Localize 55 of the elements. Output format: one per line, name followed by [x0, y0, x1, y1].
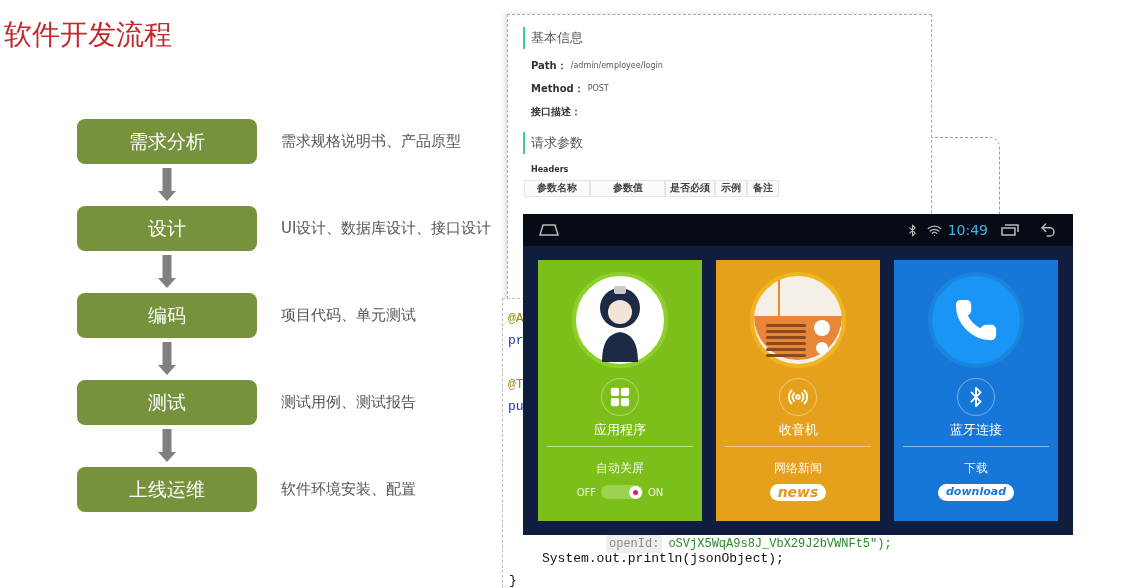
- code-fragment: @T: [508, 376, 524, 394]
- down-arrow-icon: [158, 255, 176, 289]
- step-box: 需求分析: [77, 119, 257, 164]
- home-icon[interactable]: [539, 224, 559, 236]
- code-string: oSVjX5WqA9s8J_VbX29J2bVWNFt5");: [668, 536, 892, 553]
- down-arrow-icon: [158, 429, 176, 463]
- step-description: 项目代码、单元测试: [281, 305, 416, 327]
- field-value: /admin/employee/login: [570, 59, 663, 72]
- down-arrow-icon: [158, 168, 176, 202]
- step-description: 测试用例、测试报告: [281, 392, 416, 414]
- badge[interactable]: download: [937, 483, 1015, 501]
- step-description: UI设计、数据库设计、接口设计: [281, 218, 492, 240]
- wifi-icon: [926, 222, 942, 238]
- card-sublabel: 网络新闻: [774, 459, 822, 477]
- card-sublabel: 自动关屏: [596, 459, 644, 477]
- code-line: }: [509, 572, 517, 588]
- slide-title: 软件开发流程: [4, 17, 172, 53]
- app-card[interactable]: 应用程序 自动关屏 OFF ON: [538, 260, 702, 521]
- code-line: System.out.println(jsonObject);: [542, 550, 784, 568]
- table-header-cell: 是否必须: [665, 180, 715, 197]
- card-label: 蓝牙连接: [950, 421, 1002, 439]
- step-box: 测试: [77, 380, 257, 425]
- table-header-cell: 示例: [715, 180, 747, 197]
- code-fragment: pu: [508, 398, 524, 416]
- step-description: 软件环境安装、配置: [281, 479, 416, 501]
- section-heading: 基本信息: [531, 29, 583, 48]
- card-label: 收音机: [778, 421, 818, 439]
- field-label: 接口描述：: [531, 105, 581, 119]
- down-arrow-icon: [158, 342, 176, 376]
- code-fragment: pr: [508, 332, 524, 350]
- recent-apps-icon[interactable]: [1001, 224, 1019, 236]
- table-header-cell: 备注: [747, 180, 779, 197]
- toggle-switch[interactable]: [601, 485, 643, 499]
- headers-label: Headers: [531, 164, 569, 176]
- step-box: 编码: [77, 293, 257, 338]
- field-label: Method：: [531, 82, 584, 96]
- app-card[interactable]: 收音机 网络新闻 news: [716, 260, 880, 521]
- card-label: 应用程序: [594, 421, 646, 439]
- step-description: 需求规格说明书、产品原型: [281, 131, 461, 153]
- section-heading: 请求参数: [531, 134, 583, 153]
- field-value: POST: [587, 82, 609, 95]
- field-label: Path：: [531, 59, 567, 73]
- back-icon[interactable]: [1039, 221, 1057, 239]
- code-fragment: @A: [508, 310, 524, 328]
- app-card[interactable]: 蓝牙连接 下载 download: [894, 260, 1058, 521]
- parameter-hint: openId:: [606, 535, 663, 553]
- step-box: 上线运维: [77, 467, 257, 512]
- clock: 10:49: [947, 220, 988, 240]
- table-header-cell: 参数名称: [524, 180, 590, 197]
- table-header-cell: 参数值: [590, 180, 665, 197]
- toggle-off-label: OFF: [576, 485, 596, 500]
- badge[interactable]: news: [769, 483, 827, 501]
- toggle-on-label: ON: [648, 485, 664, 500]
- step-box: 设计: [77, 206, 257, 251]
- card-sublabel: 下载: [964, 459, 988, 477]
